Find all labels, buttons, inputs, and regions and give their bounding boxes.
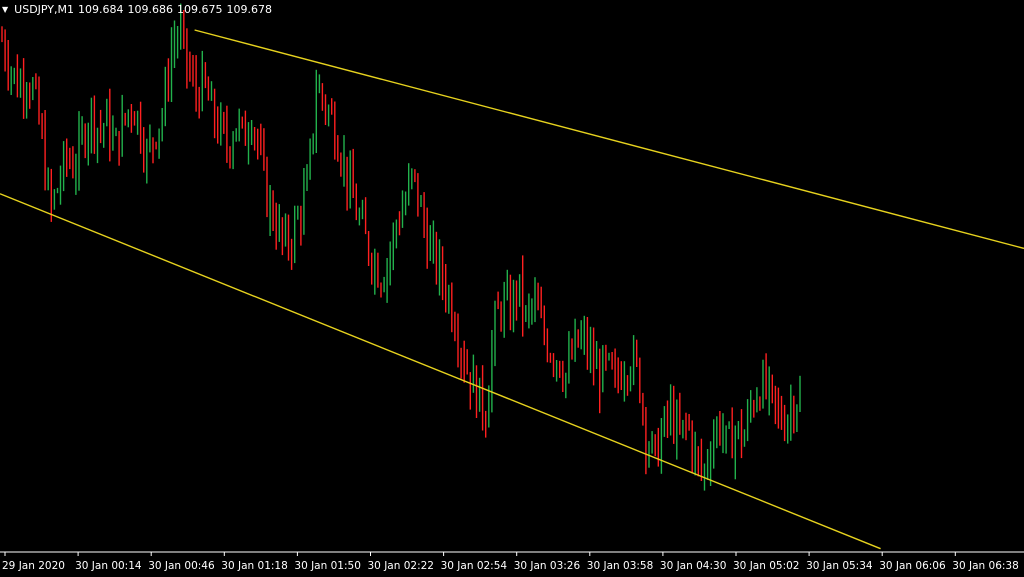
high-price: 109.686 — [127, 3, 174, 16]
close-price: 109.678 — [226, 3, 273, 16]
x-tick-label: 30 Jan 05:02 — [733, 560, 799, 572]
chart-window[interactable]: ▼ USDJPY,M1 109.684 109.686 109.675 109.… — [0, 0, 1024, 577]
chart-header: ▼ USDJPY,M1 109.684 109.686 109.675 109.… — [2, 2, 272, 18]
x-tick-label: 30 Jan 06:06 — [879, 560, 946, 572]
x-tick-label: 30 Jan 03:58 — [587, 560, 653, 572]
low-price: 109.675 — [177, 3, 223, 16]
x-tick-label: 30 Jan 01:18 — [221, 560, 287, 572]
x-tick-label: 30 Jan 04:30 — [660, 560, 726, 572]
x-tick-label: 30 Jan 00:14 — [75, 560, 142, 572]
x-tick-label: 29 Jan 2020 — [2, 560, 65, 572]
price-chart[interactable]: 29 Jan 2020 30 Jan 00:14 30 Jan 00:46 30 Ja… — [0, 0, 1024, 577]
symbol-timeframe: USDJPY,M1 — [14, 3, 75, 16]
channel-lower-line[interactable] — [0, 193, 881, 550]
x-tick-label: 30 Jan 03:26 — [514, 560, 581, 572]
x-tick-label: 30 Jan 02:54 — [441, 560, 508, 572]
channel-upper-line[interactable] — [194, 29, 1024, 250]
open-price: 109.684 — [78, 3, 124, 16]
x-tick-label: 30 Jan 01:50 — [294, 560, 360, 572]
x-tick-label: 30 Jan 00:46 — [148, 560, 215, 572]
x-tick-label: 30 Jan 06:38 — [952, 560, 1018, 572]
x-tick-label: 30 Jan 05:34 — [806, 560, 873, 572]
x-tick-label: 30 Jan 02:22 — [368, 560, 434, 572]
collapse-arrow-icon[interactable]: ▼ — [2, 3, 8, 17]
